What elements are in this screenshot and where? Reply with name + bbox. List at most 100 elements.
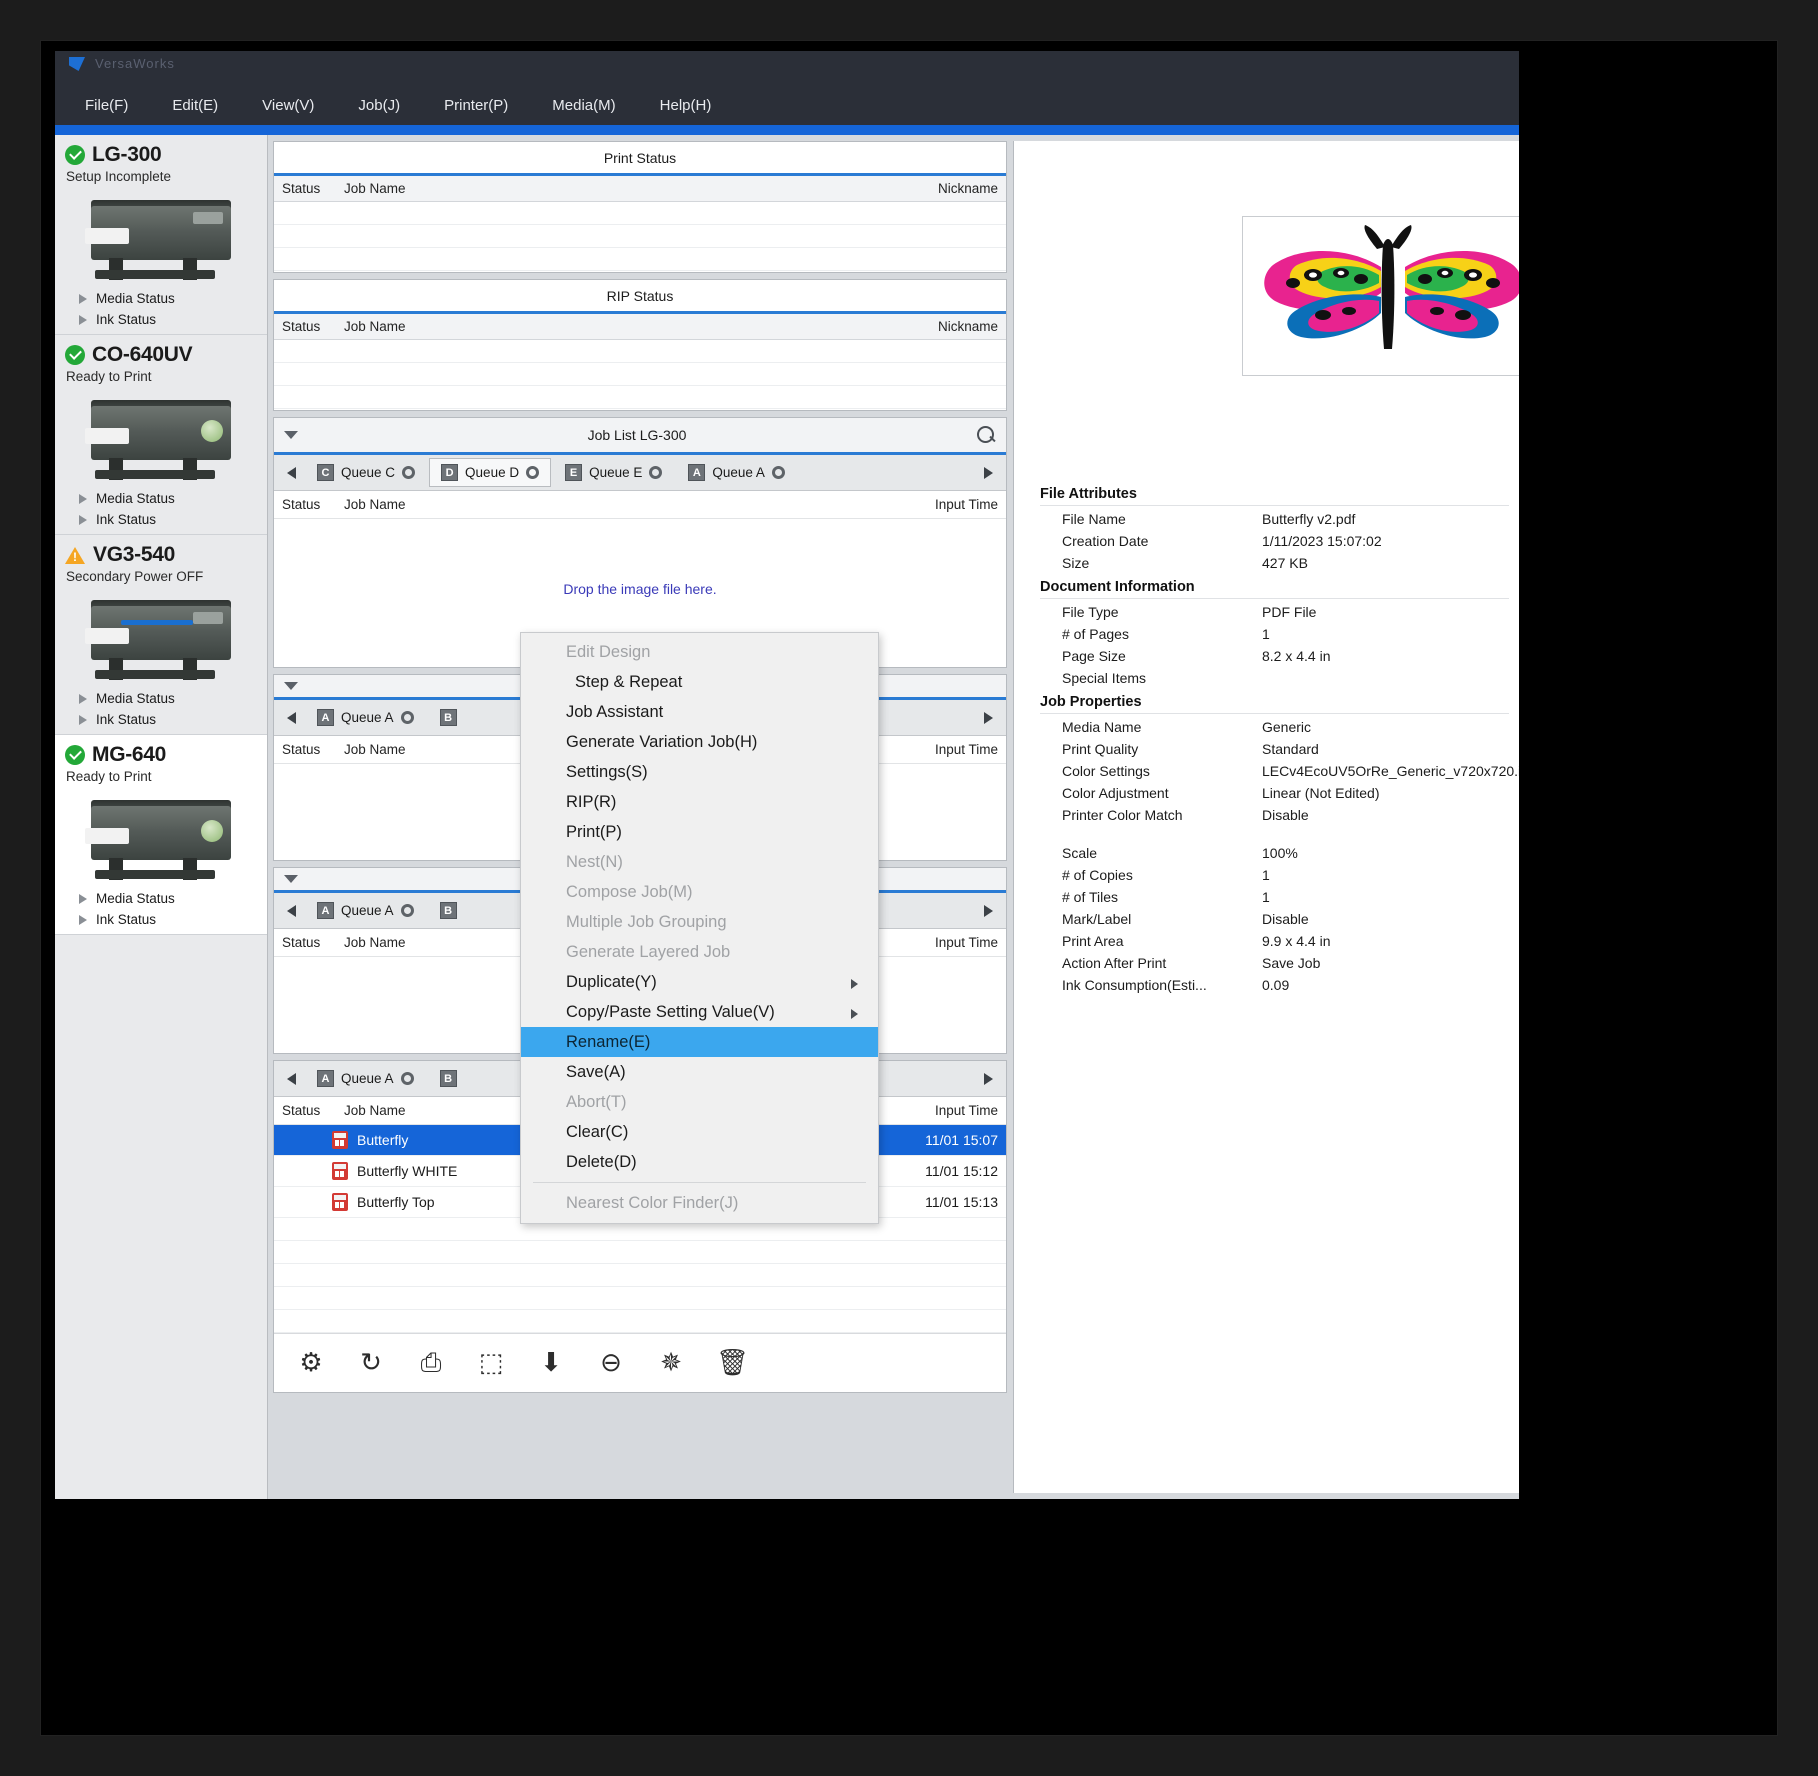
queue-settings-gear-icon[interactable] <box>400 904 414 917</box>
search-icon[interactable] <box>976 425 996 445</box>
rip-and-print-icon[interactable]: ↻ <box>356 1348 386 1378</box>
scroll-left-arrow-icon[interactable] <box>287 1072 296 1085</box>
nest-icon[interactable]: ⬚ <box>476 1348 506 1378</box>
queue-tab-queue-d[interactable]: D Queue D <box>429 458 552 487</box>
status-ok-check-icon <box>65 145 85 165</box>
context-menu-item-label: Nest(N) <box>566 852 623 871</box>
printer-name: CO-640UV <box>92 343 193 366</box>
context-menu-item-label: Clear(C) <box>566 1122 629 1141</box>
ink-status-row[interactable]: Ink Status <box>65 709 257 730</box>
settings-gear-icon[interactable]: ⚙ <box>296 1348 326 1378</box>
queue-tab-b[interactable]: B <box>427 896 469 925</box>
context-menu-item-save-a[interactable]: Save(A) <box>521 1057 878 1087</box>
printer-card-lg-300[interactable]: LG-300 Setup Incomplete Media Status Ink St… <box>55 135 267 335</box>
job-action-toolbar[interactable]: ⚙ ↻ ⎙ ⬚ ⬇ ⊖ ✵ 🗑 <box>274 1333 1006 1392</box>
menu-file[interactable]: File(F) <box>63 91 150 120</box>
attribute-value: Generic <box>1262 719 1312 735</box>
context-menu-item-label: Settings(S) <box>566 762 648 781</box>
queue-settings-gear-icon[interactable] <box>402 466 416 479</box>
queue-tab-queue-c[interactable]: C Queue C <box>305 458 428 487</box>
job-context-menu[interactable]: Edit Design Step & Repeat Job Assistant Gen… <box>520 632 879 1224</box>
scroll-left-arrow-icon[interactable] <box>287 466 296 479</box>
attribute-row: # of Tiles 1 <box>1040 886 1509 908</box>
attribute-row: Color Adjustment Linear (Not Edited) <box>1040 782 1509 804</box>
printer-sidebar[interactable]: LG-300 Setup Incomplete Media Status Ink St… <box>55 135 268 1499</box>
chevron-down-icon[interactable] <box>284 875 298 883</box>
queue-tab-bar[interactable]: C Queue C D Queue D E Queue E A Queue A <box>274 455 1006 491</box>
scroll-left-arrow-icon[interactable] <box>287 711 296 724</box>
queue-settings-gear-icon[interactable] <box>649 466 663 479</box>
context-menu-item-clear-c[interactable]: Clear(C) <box>521 1117 878 1147</box>
menu-printer[interactable]: Printer(P) <box>422 91 530 120</box>
queue-settings-gear-icon[interactable] <box>400 711 414 724</box>
context-menu-item-print-p[interactable]: Print(P) <box>521 817 878 847</box>
queue-tab-b[interactable]: B <box>427 703 469 732</box>
scroll-left-arrow-icon[interactable] <box>287 904 296 917</box>
context-menu-item-duplicate-y[interactable]: Duplicate(Y) <box>521 967 878 997</box>
ink-status-row[interactable]: Ink Status <box>65 909 257 930</box>
queue-tab-b[interactable]: B <box>427 1064 469 1093</box>
queue-settings-gear-icon[interactable] <box>771 466 785 479</box>
ink-status-row[interactable]: Ink Status <box>65 509 257 530</box>
scroll-right-arrow-icon[interactable] <box>984 466 993 479</box>
attribute-row: Scale 100% <box>1040 842 1509 864</box>
attribute-value: LECv4EcoUV5OrRe_Generic_v720x720.icc <box>1262 763 1519 779</box>
media-status-row[interactable]: Media Status <box>65 288 257 309</box>
context-menu-item-nearest-color-finder-j: Nearest Color Finder(J) <box>521 1188 878 1218</box>
context-menu-item-label: Print(P) <box>566 822 622 841</box>
media-status-label: Media Status <box>96 491 175 506</box>
attribute-row: Color Settings LECv4EcoUV5OrRe_Generic_v7… <box>1040 760 1519 782</box>
queue-settings-gear-icon[interactable] <box>526 466 540 479</box>
print-icon[interactable]: ⎙ <box>416 1348 446 1378</box>
media-status-row[interactable]: Media Status <box>65 888 257 909</box>
context-menu-item-rip-r[interactable]: RIP(R) <box>521 787 878 817</box>
menu-view[interactable]: View(V) <box>240 91 336 120</box>
context-menu-item-delete-d[interactable]: Delete(D) <box>521 1147 878 1177</box>
delete-icon[interactable]: 🗑 <box>716 1348 749 1378</box>
queue-settings-gear-icon[interactable] <box>400 1072 414 1085</box>
download-icon[interactable]: ⬇ <box>536 1348 566 1378</box>
print-status-rows[interactable] <box>274 202 1006 272</box>
context-menu-item-copy-paste-setting-value-v[interactable]: Copy/Paste Setting Value(V) <box>521 997 878 1027</box>
context-menu-item-job-assistant[interactable]: Job Assistant <box>521 697 878 727</box>
ink-status-row[interactable]: Ink Status <box>65 309 257 330</box>
queue-tab-queue-a[interactable]: A Queue A <box>305 1064 426 1093</box>
context-menu-item-label: Abort(T) <box>566 1092 627 1111</box>
empty-row <box>274 202 1006 225</box>
printer-card-mg-640[interactable]: MG-640 Ready to Print Media Status Ink Stat… <box>55 735 267 935</box>
scroll-right-arrow-icon[interactable] <box>984 904 993 917</box>
context-menu-item-step-repeat[interactable]: Step & Repeat <box>521 667 878 697</box>
abort-icon[interactable]: ⊖ <box>596 1348 626 1378</box>
attribute-group-title: File Attributes <box>1040 486 1137 502</box>
attribute-key: Print Area <box>1062 933 1124 949</box>
queue-tab-queue-a[interactable]: A Queue A <box>305 896 426 925</box>
context-menu-item-rename-e[interactable]: Rename(E) <box>521 1027 878 1057</box>
scroll-right-arrow-icon[interactable] <box>984 1072 993 1085</box>
processing-icon[interactable]: ✵ <box>656 1348 686 1378</box>
queue-tab-label: Queue A <box>712 465 765 480</box>
chevron-down-icon[interactable] <box>284 431 298 439</box>
scroll-right-arrow-icon[interactable] <box>984 711 993 724</box>
printer-status-text: Ready to Print <box>66 769 152 784</box>
chevron-right-icon <box>79 314 87 325</box>
printer-image <box>85 790 237 882</box>
media-status-row[interactable]: Media Status <box>65 688 257 709</box>
queue-tab-queue-e[interactable]: E Queue E <box>553 458 675 487</box>
context-menu-item-generate-variation-job-h[interactable]: Generate Variation Job(H) <box>521 727 878 757</box>
menu-help[interactable]: Help(H) <box>638 91 734 120</box>
menu-job[interactable]: Job(J) <box>336 91 422 120</box>
media-status-row[interactable]: Media Status <box>65 488 257 509</box>
attribute-value: Linear (Not Edited) <box>1262 785 1380 801</box>
queue-badge: A <box>688 464 706 481</box>
printer-card-co-640uv[interactable]: CO-640UV Ready to Print Media Status Ink St… <box>55 335 267 535</box>
chevron-down-icon[interactable] <box>284 682 298 690</box>
context-menu-item-settings-s[interactable]: Settings(S) <box>521 757 878 787</box>
menu-media[interactable]: Media(M) <box>530 91 637 120</box>
queue-tab-queue-a[interactable]: A Queue A <box>676 458 797 487</box>
menu-edit[interactable]: Edit(E) <box>150 91 240 120</box>
printer-card-vg3-540[interactable]: VG3-540 Secondary Power OFF Media Status In… <box>55 535 267 735</box>
attribute-value: 1 <box>1262 867 1270 883</box>
queue-tab-queue-a[interactable]: A Queue A <box>305 703 426 732</box>
chevron-right-icon <box>79 293 87 304</box>
rip-status-rows[interactable] <box>274 340 1006 410</box>
